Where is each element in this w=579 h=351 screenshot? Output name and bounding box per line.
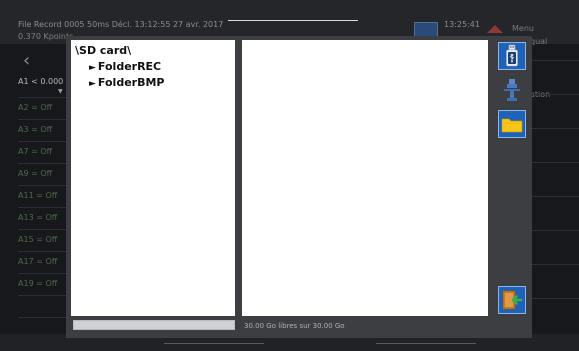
right-panel (530, 60, 579, 351)
menu-icon (487, 25, 503, 33)
back-arrow-icon: ‹ (23, 50, 31, 71)
channel-list: A2 = Off A3 = Off A7 = Off A9 = Off A11 … (18, 97, 66, 339)
channel-row: A7 = Off (18, 141, 66, 163)
usb-transfer-icon (504, 79, 520, 101)
folder-tree-pane[interactable]: \SD card\ ► FolderREC ► FolderBMP (71, 40, 235, 316)
storage-usage-fill (74, 321, 234, 329)
footer-divider (376, 343, 476, 344)
timeline-indicator (228, 20, 358, 21)
exit-button[interactable] (498, 286, 526, 314)
usb-transfer-button[interactable] (498, 76, 526, 104)
folder-item[interactable]: ► FolderBMP (89, 76, 164, 89)
storage-usage-bar (73, 320, 235, 330)
channel-row: A17 = Off (18, 251, 66, 273)
clock: 13:25:41 (444, 20, 480, 29)
folder-label: FolderREC (97, 60, 162, 73)
menu-sub-label: qual (530, 37, 548, 46)
arrow-right-icon: ► (89, 63, 96, 73)
channel-row: A13 = Off (18, 207, 66, 229)
folder-item[interactable]: ► FolderREC (89, 60, 161, 73)
arrow-right-icon: ► (89, 79, 96, 89)
channel-row: A2 = Off (18, 97, 66, 119)
usb-drive-icon (506, 44, 518, 67)
channel-a1-label: A1 < 0.000 (18, 77, 64, 86)
file-browser-dialog: \SD card\ ► FolderREC ► FolderBMP 30.00 Go… (66, 36, 532, 338)
menu-label: Menu (512, 24, 534, 33)
chevron-down-icon: ▼ (58, 88, 63, 95)
current-path: \SD card\ (75, 44, 132, 57)
folder-label: FolderBMP (97, 76, 165, 89)
usb-button[interactable] (498, 42, 526, 70)
channel-row: A3 = Off (18, 119, 66, 141)
free-space-label: 30.00 Go libres sur 30.00 Go (244, 322, 345, 330)
channel-row: A15 = Off (18, 229, 66, 251)
folder-icon (501, 118, 523, 133)
record-info: File Record 0005 50ms Décl. 13:12:55 27 … (18, 20, 224, 29)
channel-row (18, 295, 66, 317)
folder-button[interactable] (498, 110, 526, 138)
exit-arrow-icon (502, 290, 523, 310)
channel-row: A11 = Off (18, 185, 66, 207)
channel-row: A19 = Off (18, 273, 66, 295)
points-info: 0.370 Kpoints (18, 32, 74, 41)
file-list-pane[interactable] (242, 40, 488, 316)
footer-divider (164, 343, 264, 344)
channel-row: A9 = Off (18, 163, 66, 185)
